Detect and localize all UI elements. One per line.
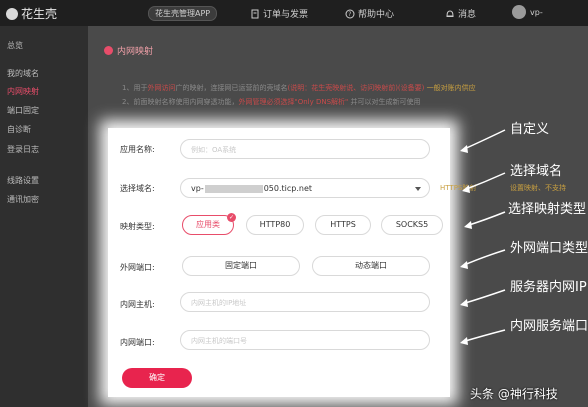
- arrow-2: [463, 172, 506, 191]
- arrow-6: [461, 329, 506, 343]
- annotation-ext-port-type: 外网端口类型: [510, 241, 588, 256]
- arrow-4: [461, 249, 506, 267]
- annotation-server-ip: 服务器内网IP: [510, 280, 587, 295]
- arrow-5: [461, 289, 506, 305]
- annotation-arrows: [460, 129, 506, 345]
- annotation-select-domain: 选择域名: [510, 164, 563, 179]
- annotation-service-port: 内网服务端口: [510, 319, 588, 334]
- watermark: 头条 @神行科技: [470, 387, 558, 401]
- annotation-custom: 自定义: [510, 122, 550, 137]
- arrow-1: [461, 129, 506, 151]
- arrow-3: [465, 211, 506, 227]
- annotation-select-type: 选择映射类型: [508, 202, 587, 217]
